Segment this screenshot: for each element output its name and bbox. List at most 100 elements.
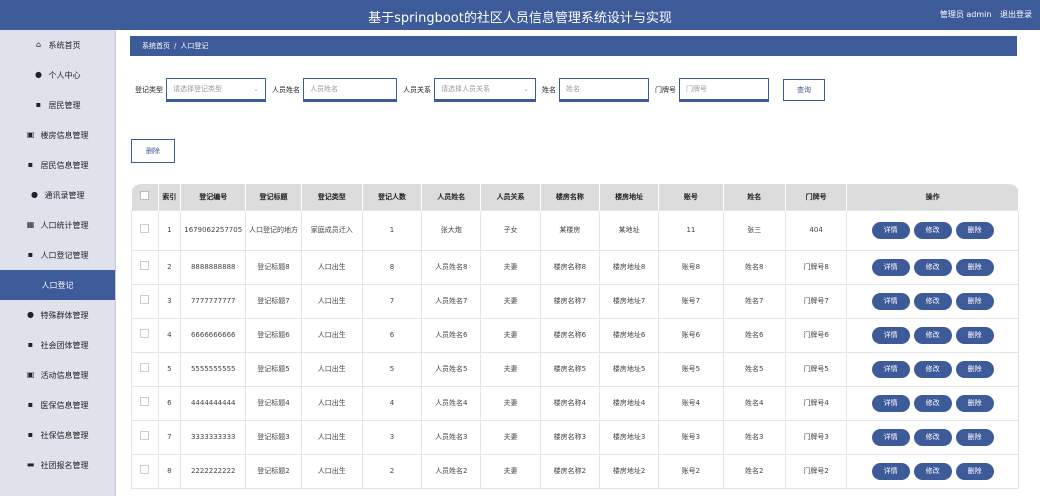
edit-button[interactable]: 修改	[913, 462, 952, 480]
table-cell: 3	[157, 283, 182, 319]
table-cell: 夫妻	[480, 351, 541, 387]
row-checkbox[interactable]	[140, 362, 150, 372]
sidebar-item-label: 医保信息管理	[40, 400, 89, 410]
table-cell: 8888888888	[180, 249, 247, 285]
sidebar-item[interactable]: 人口登记	[0, 270, 115, 300]
table-cell: 登记标题2	[245, 453, 302, 489]
detail-button[interactable]: 详情	[871, 221, 910, 239]
breadcrumb-separator: /	[174, 42, 177, 50]
column-header: 登记标题	[245, 184, 302, 210]
delete-button[interactable]: 删除	[955, 326, 994, 344]
sidebar-item[interactable]: ▣ 楼房信息管理	[0, 120, 115, 150]
table-cell: 楼房地址8	[598, 249, 660, 285]
delete-button[interactable]: 删除	[955, 258, 994, 276]
door-input[interactable]: 门牌号	[679, 78, 769, 102]
sidebar-item[interactable]: ▦ 人口统计管理	[0, 210, 115, 240]
detail-button[interactable]: 详情	[871, 394, 910, 412]
table-cell: 1	[361, 209, 423, 251]
user-icon: ●	[35, 70, 42, 79]
table-cell: 人口出生	[300, 283, 363, 319]
table-cell: 楼房名称6	[539, 317, 600, 353]
sidebar-item[interactable]: ▪ 居民信息管理	[0, 150, 115, 180]
xingming-input[interactable]: 姓名	[559, 78, 649, 102]
sidebar-item[interactable]: ▪ 医保信息管理	[0, 390, 115, 420]
row-checkbox[interactable]	[140, 396, 150, 406]
edit-button[interactable]: 修改	[913, 326, 952, 344]
detail-button[interactable]: 详情	[871, 428, 910, 446]
table-cell: 登记标题8	[245, 249, 302, 285]
table-row: 2 8888888888 登记标题8 人口出生 8 人员姓名8 夫妻 楼房名称8 楼房地址8 账号…	[131, 249, 1019, 285]
checkbox-cell	[131, 283, 159, 319]
table-cell: 家庭成员迁入	[300, 209, 363, 251]
row-checkbox[interactable]	[140, 294, 150, 304]
table-cell: 账号2	[658, 453, 724, 489]
edit-button[interactable]: 修改	[913, 292, 952, 310]
detail-button[interactable]: 详情	[871, 292, 910, 310]
delete-button[interactable]: 删除	[955, 394, 994, 412]
sidebar-item[interactable]: ▪ 人口登记管理	[0, 240, 115, 270]
column-header: 登记人数	[362, 184, 423, 210]
delete-button[interactable]: 删除	[955, 462, 994, 480]
table-cell: 门牌号6	[784, 317, 848, 353]
row-checkbox[interactable]	[140, 328, 150, 338]
sidebar-item[interactable]: ● 个人中心	[0, 60, 115, 90]
edit-button[interactable]: 修改	[913, 258, 952, 276]
sidebar-item[interactable]: ▪ 社会团体管理	[0, 330, 115, 360]
user-label: 管理员 admin	[939, 10, 992, 19]
edit-button[interactable]: 修改	[913, 428, 952, 446]
edit-button[interactable]: 修改	[913, 360, 952, 378]
table-cell: 7	[361, 283, 423, 319]
sidebar-item[interactable]: ▬ 社团报名管理	[0, 450, 115, 480]
name-input[interactable]: 人员姓名	[303, 78, 397, 102]
batch-delete-button[interactable]: 删除	[131, 139, 175, 163]
table-cell: 4444444444	[180, 385, 247, 421]
delete-button[interactable]: 删除	[955, 292, 994, 310]
row-checkbox[interactable]	[140, 223, 150, 233]
sidebar-item[interactable]: ▪ 居民管理	[0, 90, 115, 120]
table-cell: 8	[157, 453, 182, 489]
logout-link[interactable]: 退出登录	[1000, 10, 1032, 19]
breadcrumb-home[interactable]: 系统首页	[142, 42, 170, 50]
table-cell: 人员姓名7	[421, 283, 482, 319]
sidebar-item-label: 楼房信息管理	[40, 130, 89, 140]
detail-button[interactable]: 详情	[871, 462, 910, 480]
type-select[interactable]: 请选择登记类型 ⌄	[166, 78, 266, 102]
table-cell: 登记标题6	[245, 317, 302, 353]
table-row: 7 3333333333 登记标题3 人口出生 3 人员姓名3 夫妻 楼房名称3 楼房地址3 账号…	[131, 419, 1019, 455]
sidebar-item[interactable]: ⌂ 系统首页	[0, 30, 115, 60]
chevron-down-icon: ⌄	[253, 85, 259, 93]
sidebar-item[interactable]: ▪ 社保信息管理	[0, 420, 115, 450]
edit-button[interactable]: 修改	[913, 221, 952, 239]
delete-button[interactable]: 删除	[955, 221, 994, 239]
detail-button[interactable]: 详情	[871, 258, 910, 276]
relation-select[interactable]: 请选择人员关系 ⌄	[434, 78, 536, 102]
table-row: 5 5555555555 登记标题5 人口出生 5 人员姓名5 夫妻 楼房名称5 楼房地址5 账号…	[131, 351, 1019, 387]
table-cell: 夫妻	[480, 453, 541, 489]
type-placeholder: 请选择登记类型	[173, 85, 222, 93]
row-checkbox[interactable]	[140, 464, 150, 474]
table-cell: 人员姓名4	[421, 385, 482, 421]
sidebar: ⌂ 系统首页 ● 个人中心 ▪ 居民管理 ▣ 楼房信息管理 ▪ 居民信息管理 ● 通讯录管理 ▦ 人口统计…	[0, 30, 116, 496]
detail-button[interactable]: 详情	[871, 360, 910, 378]
table-cell: 人口出生	[300, 385, 363, 421]
row-checkbox[interactable]	[140, 430, 150, 440]
sidebar-item[interactable]: ● 特殊群体管理	[0, 300, 115, 330]
query-button[interactable]: 查询	[783, 79, 825, 101]
relation-placeholder: 请选择人员关系	[441, 85, 490, 93]
select-all-checkbox[interactable]	[140, 191, 150, 201]
checkbox-cell	[131, 209, 159, 251]
table-cell: 姓名6	[722, 317, 786, 353]
delete-button[interactable]: 删除	[955, 428, 994, 446]
table-cell: 楼房地址6	[598, 317, 660, 353]
table-cell: 楼房名称5	[539, 351, 600, 387]
delete-button[interactable]: 删除	[955, 360, 994, 378]
actions-cell: 详情 修改 删除	[846, 283, 1019, 319]
table-cell: 2	[361, 453, 423, 489]
checkbox-cell	[131, 249, 159, 285]
sidebar-item[interactable]: ● 通讯录管理	[0, 180, 115, 210]
edit-button[interactable]: 修改	[913, 394, 952, 412]
table-cell: 子女	[480, 209, 541, 251]
detail-button[interactable]: 详情	[871, 326, 910, 344]
row-checkbox[interactable]	[140, 260, 150, 270]
sidebar-item[interactable]: ▣ 活动信息管理	[0, 360, 115, 390]
